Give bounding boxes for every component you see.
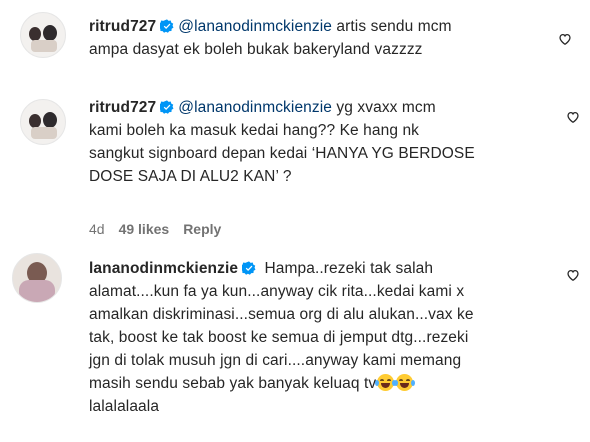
emoji-tear bbox=[411, 380, 416, 386]
comment-text: lananodinmckienzie Hampa..rezeki tak sal… bbox=[89, 257, 559, 418]
avatar[interactable] bbox=[20, 12, 66, 58]
avatar-figure bbox=[43, 112, 57, 128]
comment-meta: 4d 49 likes Reply bbox=[89, 220, 235, 238]
comment-username[interactable]: ritrud727 bbox=[89, 18, 156, 35]
comment-time[interactable]: 4d bbox=[89, 221, 105, 237]
face-with-tears-of-joy-emoji bbox=[394, 374, 416, 391]
face-with-tears-of-joy-emoji bbox=[375, 374, 397, 391]
heart-icon[interactable] bbox=[566, 110, 580, 124]
avatar-figure bbox=[19, 280, 55, 302]
comment-mention[interactable]: @lananodinmckienzie bbox=[178, 99, 332, 116]
heart-icon[interactable] bbox=[566, 268, 580, 282]
avatar-figure bbox=[29, 114, 41, 128]
emoji-mouth bbox=[381, 383, 391, 388]
avatar-figure bbox=[43, 25, 57, 41]
comment-text: ritrud727 @lananodinmckienzie yg xvaxx mc… bbox=[89, 96, 559, 188]
comment-username[interactable]: lananodinmckienzie bbox=[89, 260, 238, 277]
comment-body: Hampa..rezeki tak salah alamat....kun fa… bbox=[89, 260, 474, 392]
emoji-tear bbox=[394, 380, 399, 386]
emoji-tear bbox=[375, 380, 380, 386]
verified-badge-icon bbox=[160, 19, 174, 33]
verified-badge-icon bbox=[242, 261, 256, 275]
comment-text: ritrud727 @lananodinmckienzie artis sendu… bbox=[89, 15, 549, 61]
comment-username[interactable]: ritrud727 bbox=[89, 99, 156, 116]
avatar[interactable] bbox=[12, 253, 62, 303]
comment-body-end: lalalalaala bbox=[89, 398, 160, 415]
heart-icon[interactable] bbox=[558, 32, 572, 46]
avatar-figure bbox=[31, 127, 57, 139]
avatar[interactable] bbox=[20, 99, 66, 145]
verified-badge-icon bbox=[160, 100, 174, 114]
avatar-figure bbox=[29, 27, 41, 41]
emoji-mouth bbox=[400, 383, 410, 388]
comment-likes[interactable]: 49 likes bbox=[119, 221, 170, 237]
avatar-figure bbox=[31, 40, 57, 52]
comment-mention[interactable]: @lananodinmckienzie bbox=[178, 18, 332, 35]
reply-button[interactable]: Reply bbox=[183, 221, 221, 237]
